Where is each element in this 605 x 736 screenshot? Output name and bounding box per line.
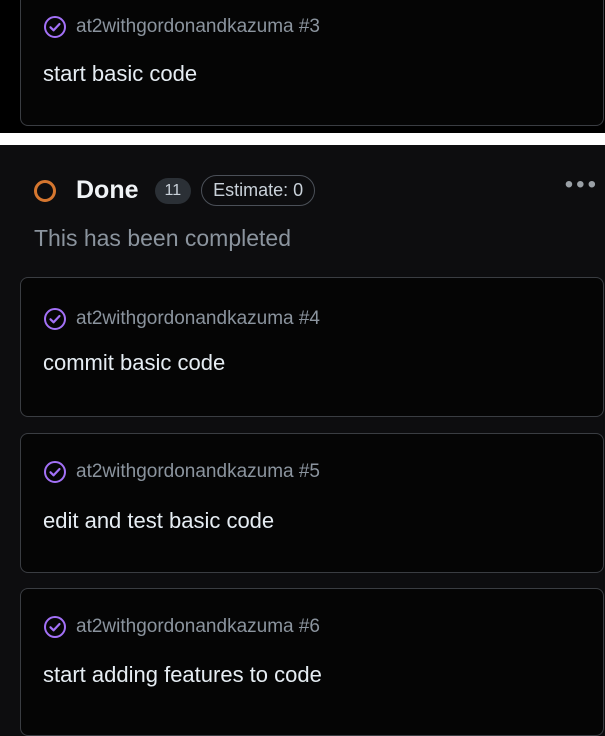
separator-bar	[0, 133, 605, 145]
column-title: Done	[76, 176, 139, 204]
issue-ref[interactable]: at2withgordonandkazuma #4	[43, 307, 320, 331]
check-circle-icon	[44, 308, 66, 330]
check-circle-icon	[44, 616, 66, 638]
issue-ref-text: at2withgordonandkazuma #6	[76, 616, 321, 637]
check-circle-icon	[44, 16, 66, 38]
issue-card[interactable]: at2withgordonandkazuma #6 start adding f…	[20, 588, 604, 736]
issue-card[interactable]: at2withgordonandkazuma #5 edit and test …	[20, 433, 604, 573]
more-options-icon[interactable]: •••	[565, 173, 599, 197]
issue-card[interactable]: at2withgordonandkazuma #3 start basic co…	[20, 0, 604, 126]
issue-title[interactable]: start basic code	[43, 61, 197, 87]
item-count-badge: 11	[154, 177, 192, 204]
issue-title[interactable]: commit basic code	[43, 350, 225, 376]
issue-ref[interactable]: at2withgordonandkazuma #3	[43, 15, 320, 39]
issue-ref-text: at2withgordonandkazuma #3	[76, 16, 321, 37]
column-description: This has been completed	[34, 225, 291, 251]
previous-column-panel: at2withgordonandkazuma #3 start basic co…	[0, 0, 605, 133]
column-header: Done 11 Estimate: 0	[34, 175, 316, 206]
issue-ref-text: at2withgordonandkazuma #5	[76, 461, 321, 482]
done-column: Done 11 Estimate: 0 ••• This has been co…	[0, 145, 605, 736]
issue-ref[interactable]: at2withgordonandkazuma #5	[43, 460, 320, 484]
issue-card[interactable]: at2withgordonandkazuma #4 commit basic c…	[20, 277, 604, 417]
issue-ref[interactable]: at2withgordonandkazuma #6	[43, 615, 320, 639]
status-circle-icon	[34, 179, 56, 202]
issue-title[interactable]: edit and test basic code	[43, 508, 274, 534]
issue-ref-text: at2withgordonandkazuma #4	[76, 308, 321, 329]
check-circle-icon	[44, 461, 66, 483]
estimate-badge: Estimate: 0	[201, 175, 316, 206]
issue-title[interactable]: start adding features to code	[43, 662, 322, 688]
